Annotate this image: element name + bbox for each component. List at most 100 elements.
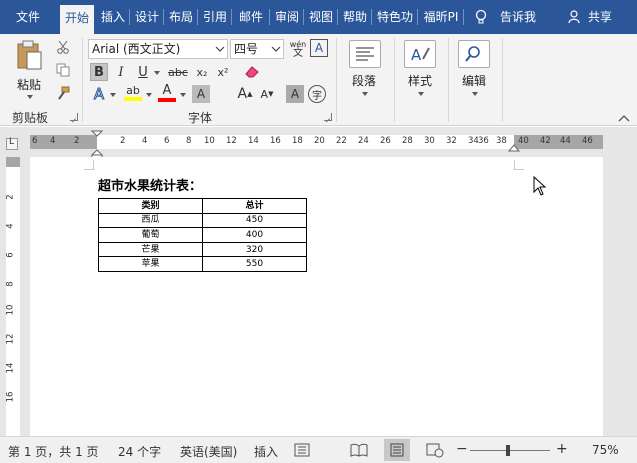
chevron-down-icon: [215, 46, 224, 52]
page-count[interactable]: 第 1 页，共 1 页: [8, 443, 99, 460]
format-painter-button[interactable]: [54, 84, 72, 102]
insert-mode-indicator[interactable]: 插入: [254, 443, 278, 460]
clipboard-paste-icon: [17, 40, 42, 70]
ruler-number: 2: [74, 136, 80, 146]
underline-dropdown[interactable]: [154, 71, 160, 75]
lightbulb-icon: [475, 9, 487, 24]
change-case-button[interactable]: A: [286, 85, 304, 103]
person-icon: [568, 10, 580, 24]
right-indent-marker-icon[interactable]: [508, 144, 520, 158]
copy-button[interactable]: [54, 61, 72, 79]
font-color-swatch: [158, 98, 176, 102]
share-button[interactable]: 共享: [562, 0, 632, 34]
font-size-combobox[interactable]: 四号: [230, 39, 284, 59]
ruler-number: 30: [424, 136, 435, 146]
table-cell[interactable]: 550: [202, 256, 307, 272]
tab-mailings[interactable]: 邮件: [232, 0, 270, 34]
table-cell[interactable]: 芒果: [98, 241, 203, 258]
tab-home[interactable]: 开始: [60, 5, 94, 34]
share-label: 共享: [588, 10, 613, 24]
group-divider: [394, 38, 395, 122]
char-shading-button[interactable]: A: [192, 85, 210, 103]
fruit-stats-table[interactable]: 类别 总计 西瓜 450 葡萄 400 芒果 320 苹果 550: [98, 198, 307, 272]
ruler-number: 18: [292, 136, 303, 146]
table-cell[interactable]: 西瓜: [98, 212, 203, 229]
word-count[interactable]: 24 个字: [118, 443, 161, 460]
text-effects-button[interactable]: A: [90, 85, 108, 104]
superscript-label: x²: [217, 65, 229, 79]
italic-button[interactable]: I: [112, 63, 130, 81]
font-name-combobox[interactable]: Arial (西文正文): [88, 39, 228, 59]
styles-button[interactable]: A 样式: [398, 38, 442, 104]
font-dialog-launcher[interactable]: [324, 113, 332, 121]
group-divider: [82, 38, 83, 122]
shrink-arrow-icon: ▼: [268, 90, 274, 98]
paintbrush-icon: [58, 86, 70, 100]
tab-foxit-pdf[interactable]: 福昕PI: [418, 0, 464, 34]
highlight-color-button[interactable]: ab: [122, 83, 144, 103]
paste-button[interactable]: 粘贴: [8, 38, 52, 102]
shrink-font-button[interactable]: A ▼: [258, 85, 276, 103]
read-mode-icon[interactable]: [350, 443, 368, 457]
tab-view[interactable]: 视图: [304, 0, 338, 34]
table-header-cell[interactable]: 类别: [98, 198, 203, 214]
zoom-level[interactable]: 75%: [592, 443, 619, 457]
font-color-dropdown[interactable]: [180, 93, 186, 97]
character-border-button[interactable]: A: [310, 39, 328, 57]
table-cell[interactable]: 葡萄: [98, 227, 203, 243]
zoom-slider[interactable]: [470, 445, 550, 456]
table-cell[interactable]: 320: [202, 241, 307, 258]
zoom-in-button[interactable]: +: [556, 441, 568, 457]
font-name-dropdown[interactable]: [211, 40, 227, 58]
vertical-ruler[interactable]: 2 4 6 8 10 12 14 16: [0, 157, 30, 436]
paragraph-button[interactable]: 段落: [342, 38, 388, 104]
tab-layout[interactable]: 布局: [164, 0, 198, 34]
tab-file[interactable]: 文件: [0, 0, 56, 34]
table-cell[interactable]: 400: [202, 227, 307, 243]
font-color-button[interactable]: A: [156, 83, 178, 103]
table-cell[interactable]: 450: [202, 212, 307, 229]
tab-selector[interactable]: [6, 137, 18, 150]
language-indicator[interactable]: 英语(美国): [180, 443, 237, 460]
margin-corner-mark-icon: [514, 160, 524, 170]
web-layout-icon[interactable]: [426, 442, 444, 458]
grow-arrow-icon: ▲: [247, 90, 253, 98]
styles-brush-icon: A: [404, 40, 436, 68]
highlight-color-dropdown[interactable]: [146, 93, 152, 97]
horizontal-ruler-area: 6 4 2 2 4 6 8 10 12 14 16 18 20 22 24 26…: [0, 127, 637, 160]
zoom-slider-thumb[interactable]: [506, 445, 510, 456]
paragraph-label: 段落: [352, 74, 377, 88]
print-layout-view-button[interactable]: [384, 439, 410, 461]
bold-button[interactable]: B: [90, 63, 108, 81]
cut-button[interactable]: [54, 38, 72, 56]
vertical-scrollbar[interactable]: [603, 157, 637, 436]
enclose-characters-button[interactable]: 字: [308, 85, 326, 103]
superscript-button[interactable]: x²: [213, 63, 233, 81]
tab-review[interactable]: 审阅: [270, 0, 304, 34]
table-row: 西瓜 450: [98, 212, 307, 229]
tab-insert[interactable]: 插入: [96, 0, 130, 34]
table-header-cell[interactable]: 总计: [202, 198, 307, 214]
tell-me-search[interactable]: 告诉我: [468, 0, 548, 34]
phonetic-guide-button[interactable]: wén 文: [287, 38, 309, 60]
left-margin-region: [30, 135, 97, 149]
tab-design[interactable]: 设计: [130, 0, 164, 34]
font-size-dropdown[interactable]: [267, 40, 283, 58]
strikethrough-button[interactable]: abc: [165, 63, 191, 81]
macro-record-icon[interactable]: [294, 443, 310, 457]
clear-formatting-button[interactable]: [242, 63, 262, 81]
subscript-button[interactable]: x₂: [192, 63, 212, 81]
ruler-number: 20: [314, 136, 325, 146]
clipboard-dialog-launcher[interactable]: [70, 113, 78, 121]
text-effects-dropdown[interactable]: [110, 93, 116, 97]
tab-help[interactable]: 帮助: [338, 0, 372, 34]
tab-special-features[interactable]: 特色功: [372, 0, 418, 34]
editing-button[interactable]: 编辑: [452, 38, 496, 104]
left-indent-marker-icon[interactable]: [91, 130, 103, 160]
underline-button[interactable]: U: [134, 63, 152, 81]
zoom-out-button[interactable]: −: [456, 441, 468, 457]
grow-font-button[interactable]: A ▲: [236, 85, 254, 103]
collapse-ribbon-icon[interactable]: [618, 114, 630, 122]
table-cell[interactable]: 苹果: [98, 256, 203, 272]
tab-references[interactable]: 引用: [198, 0, 232, 34]
